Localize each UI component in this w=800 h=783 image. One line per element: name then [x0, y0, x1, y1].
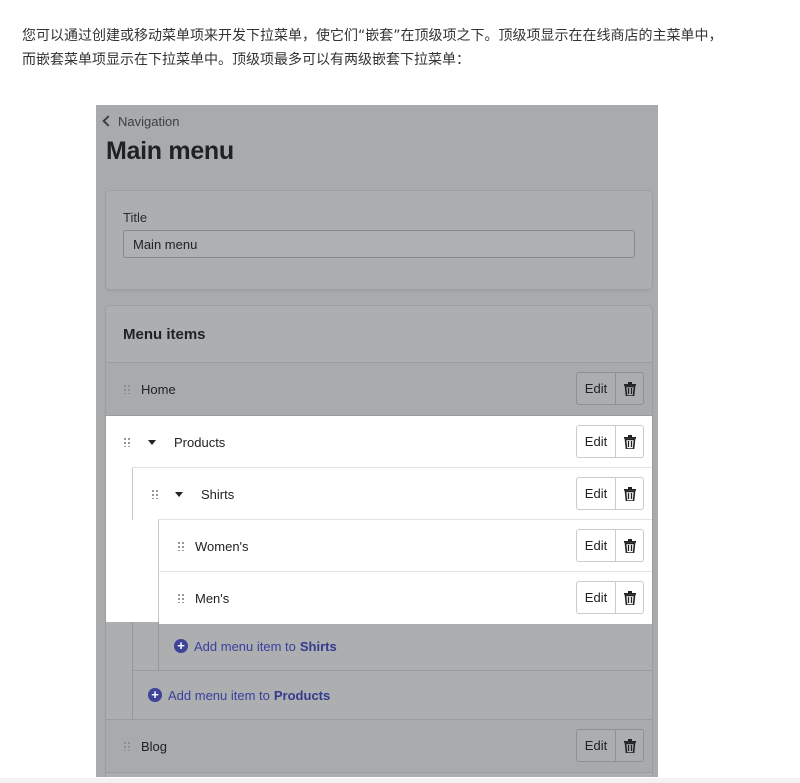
- edit-button[interactable]: Edit: [576, 729, 616, 762]
- edit-button[interactable]: Edit: [576, 477, 616, 510]
- title-label: Title: [123, 210, 148, 225]
- delete-button[interactable]: [616, 425, 644, 458]
- menu-item-blog[interactable]: Blog Edit: [106, 720, 652, 772]
- delete-button[interactable]: [616, 529, 644, 562]
- menu-items-card: Menu items Home Edit Products Edit Shirt…: [106, 306, 652, 777]
- trash-icon: [623, 381, 636, 396]
- plus-circle-icon: +: [148, 688, 162, 702]
- trash-icon: [623, 434, 636, 449]
- intro-line-1: 您可以通过创建或移动菜单项来开发下拉菜单，使它们“嵌套”在顶级项之下。顶级项显示…: [22, 28, 723, 44]
- delete-button[interactable]: [616, 729, 644, 762]
- caret-down-icon[interactable]: [148, 439, 156, 445]
- drag-handle-icon[interactable]: [177, 593, 185, 603]
- page-bottom-edge: [0, 778, 800, 783]
- menu-item-home[interactable]: Home Edit: [106, 363, 652, 415]
- menu-item-products[interactable]: Products Edit: [106, 416, 652, 468]
- menu-item-label: Women's: [195, 538, 249, 554]
- edit-button[interactable]: Edit: [576, 581, 616, 614]
- trash-icon: [623, 486, 636, 501]
- intro-line-2: 而嵌套菜单项显示在下拉菜单中。顶级项最多可以有两级嵌套下拉菜单：: [22, 52, 470, 68]
- plus-circle-icon: +: [174, 639, 188, 653]
- delete-button[interactable]: [616, 372, 644, 405]
- menu-item-label: Blog: [141, 738, 168, 754]
- drag-handle-icon[interactable]: [177, 541, 185, 551]
- delete-button[interactable]: [616, 581, 644, 614]
- add-target: Shirts: [299, 638, 337, 654]
- delete-button[interactable]: [616, 477, 644, 510]
- menu-editor-screenshot: Navigation Main menu Title Main menu Men…: [96, 105, 658, 777]
- trash-icon: [623, 738, 636, 753]
- menu-item-womens[interactable]: Women's Edit: [159, 520, 652, 572]
- menu-item-label: Shirts: [201, 486, 235, 502]
- divider: [106, 772, 652, 773]
- menu-item-label: Men's: [195, 590, 230, 606]
- edit-button[interactable]: Edit: [576, 425, 616, 458]
- drag-handle-icon[interactable]: [123, 741, 131, 751]
- menu-item-shirts[interactable]: Shirts Edit: [133, 468, 652, 520]
- edit-button[interactable]: Edit: [576, 529, 616, 562]
- chevron-left-icon: [102, 115, 114, 127]
- trash-icon: [623, 590, 636, 605]
- page-title: Main menu: [106, 137, 234, 165]
- drag-handle-icon[interactable]: [123, 384, 131, 394]
- add-target: Products: [273, 687, 331, 703]
- caret-down-icon[interactable]: [175, 491, 183, 497]
- back-link-label: Navigation: [118, 113, 180, 129]
- title-card: Title Main menu: [106, 191, 652, 289]
- add-label: Add menu item to: [194, 638, 296, 654]
- drag-handle-icon[interactable]: [123, 437, 131, 447]
- drag-handle-icon[interactable]: [151, 489, 159, 499]
- add-menu-item-to-shirts[interactable]: + Add menu item to Shirts: [174, 622, 337, 670]
- menu-item-label: Products: [174, 434, 226, 450]
- add-label: Add menu item to: [168, 687, 270, 703]
- menu-items-heading: Menu items: [123, 326, 206, 343]
- menu-item-label: Home: [141, 381, 176, 397]
- nest-line: [158, 622, 159, 670]
- edit-button[interactable]: Edit: [576, 372, 616, 405]
- intro-text: 您可以通过创建或移动菜单项来开发下拉菜单，使它们“嵌套”在顶级项之下。顶级项显示…: [22, 24, 782, 72]
- title-input[interactable]: Main menu: [123, 230, 635, 258]
- menu-item-mens[interactable]: Men's Edit: [159, 572, 652, 624]
- back-link[interactable]: Navigation: [102, 112, 180, 130]
- add-menu-item-to-products[interactable]: + Add menu item to Products: [148, 671, 330, 719]
- trash-icon: [623, 538, 636, 553]
